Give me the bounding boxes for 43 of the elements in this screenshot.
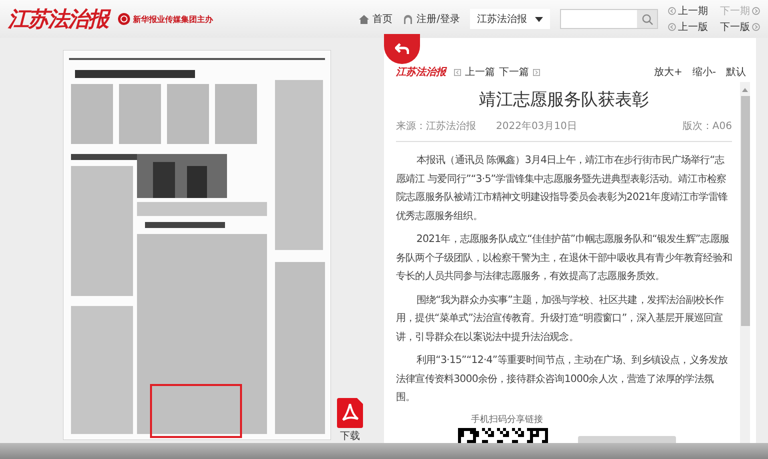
share-label: 手机扫码分享链接 <box>470 414 544 426</box>
back-button[interactable] <box>384 34 420 64</box>
issue-nav-link[interactable]: 上一期 <box>668 4 708 18</box>
article-edition: 版次：A06 <box>682 120 732 133</box>
article-date: 2022年03月10日 <box>496 120 577 133</box>
article-source: 来源：江苏法治报 <box>396 120 476 133</box>
home-link[interactable]: 首页 <box>358 12 393 26</box>
article-paragraph: 利用“3·15”“12·4”等重要时间节点，主动在广场、到乡镇设点，义务发放法律宣传资料3000余份，接待群众咨询1000余人次，营造了浓厚的学法氛围。 <box>396 354 729 405</box>
circle-arrow-icon <box>752 7 760 15</box>
paper-dropdown[interactable]: 江苏法治报 <box>470 9 550 29</box>
scrollbar[interactable] <box>740 82 750 443</box>
zoom-link[interactable]: 放大+ <box>654 65 682 79</box>
home-icon <box>358 14 369 24</box>
scroll-thumb[interactable] <box>740 96 750 326</box>
caret-icon <box>535 16 543 22</box>
circle-arrow-icon <box>752 23 760 31</box>
emblem-icon <box>118 13 130 25</box>
download-button[interactable]: 下载 <box>337 398 363 443</box>
back-arrow-icon <box>395 43 409 55</box>
circle-arrow-icon <box>668 23 676 31</box>
article-title: 靖江志愿服务队获表彰 <box>478 89 650 111</box>
issue-nav-link[interactable]: 上一版 <box>668 20 708 34</box>
article-paragraph: 本报讯（通讯员 陈佩鑫）3月4日上午，靖江市在步行街市民广场举行“志愿靖江 与爱同行”“3·5”学雷锋集中志愿服务暨先进典型表彰活动。靖江市检察院志愿服务队被靖江市精神文明建设指导委员会表彰为2021年度靖江市学雷锋优秀志愿服务组织。 <box>396 154 729 224</box>
zoom-link[interactable]: 默认 <box>726 65 746 79</box>
search-icon <box>642 14 652 24</box>
login-link[interactable]: 注册/登录 <box>402 12 460 26</box>
circle-arrow-icon <box>668 7 676 15</box>
right-arrow-icon <box>533 68 540 76</box>
next-article-link[interactable]: 下一篇 <box>499 65 529 79</box>
left-arrow-icon <box>454 68 461 76</box>
selection-highlight[interactable] <box>150 384 242 438</box>
zoom-link[interactable]: 缩小- <box>692 65 716 79</box>
search-field[interactable] <box>560 9 658 29</box>
user-icon <box>402 14 413 24</box>
article-paragraph: 2021年，志愿服务队成立“佳佳护苗”巾帼志愿服务队和“银发生辉”志愿服务队两个子级团队，以检察干警为主，在退休干部中吸收具有青少年教育经验和专长的人员共同参与法律志愿服务，有效提高了志愿服务质效。 <box>396 232 732 284</box>
article-paragraph: 围绕“我为群众办实事”主题，加强与学校、社区共建，发挥法治副校长作用，提供“菜单式”法治宣传教育。升级打造“明霞窗口”，深入基层开展巡回宣讲，引导群众在以案说法中提升法治观念。 <box>396 294 725 344</box>
scroll-up-icon <box>742 88 748 92</box>
pdf-icon <box>337 398 363 428</box>
previous-article-link[interactable]: 上一篇 <box>465 65 495 79</box>
sponsor-text: 新华报业传媒集团主办 <box>133 14 213 24</box>
issue-nav-link[interactable]: 下一版 <box>720 20 760 34</box>
search-button[interactable] <box>637 10 657 28</box>
site-logo[interactable]: 江苏法治报 <box>396 65 446 79</box>
